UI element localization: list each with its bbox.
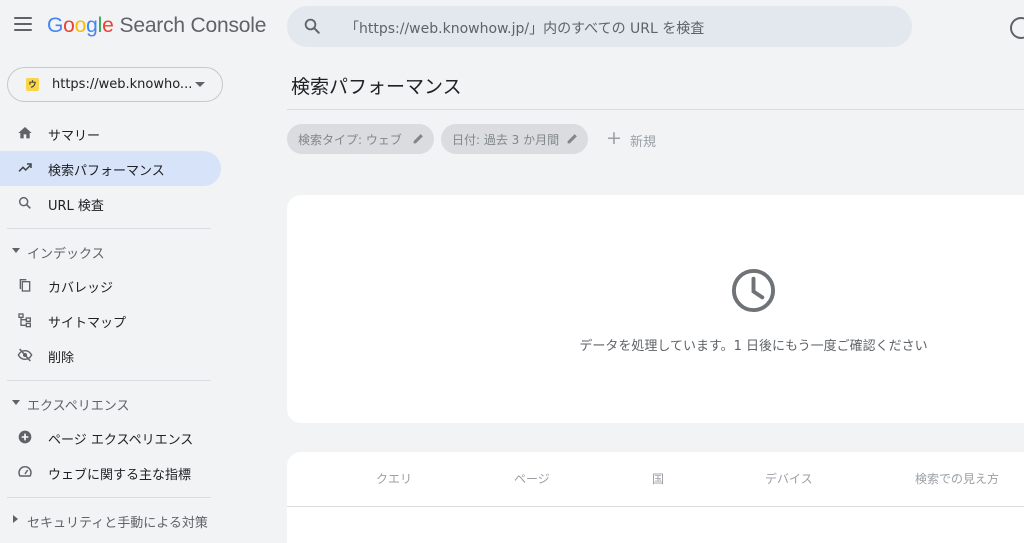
top-app-bar: Google Search Console 「https://web.knowho…: [0, 0, 1024, 56]
home-icon: [18, 127, 32, 139]
divider: [287, 109, 1024, 110]
sidebar-nav: ウ https://web.knowho... サマリー 検索パフォーマンス U…: [0, 56, 232, 543]
property-favicon: ウ: [26, 78, 39, 91]
tab-pages[interactable]: ページ: [514, 470, 550, 487]
divider: [7, 380, 211, 381]
tab-queries[interactable]: クエリ: [376, 470, 412, 487]
results-table-card: クエリ ページ 国 デバイス 検索での見え方: [287, 452, 1024, 543]
sitemap-icon: [18, 313, 31, 328]
product-name: Search Console: [119, 14, 267, 37]
edit-icon: [413, 134, 423, 144]
url-inspection-search-input[interactable]: 「https://web.knowhow.jp/」内のすべての URL を検査: [287, 6, 912, 47]
divider: [287, 506, 1024, 507]
divider: [7, 228, 211, 229]
tab-search-appearance[interactable]: 検索での見え方: [915, 470, 999, 487]
add-filter-button[interactable]: + 新規: [602, 124, 664, 154]
tab-devices[interactable]: デバイス: [765, 470, 813, 487]
property-label: https://web.knowho...: [52, 77, 193, 92]
sidebar-item-search-performance[interactable]: 検索パフォーマンス: [0, 151, 221, 186]
search-icon: [304, 18, 320, 34]
processing-message: データを処理しています。1 日後にもう一度ご確認ください: [579, 339, 928, 354]
filter-chip-date[interactable]: 日付: 過去 3 か月間: [441, 124, 588, 154]
add-circle-icon: [18, 430, 32, 444]
speed-icon: [18, 466, 32, 477]
plus-icon: +: [606, 127, 622, 149]
sidebar-item-sitemaps[interactable]: サイトマップ: [0, 303, 221, 338]
sidebar-item-coverage[interactable]: カバレッジ: [0, 268, 221, 303]
sidebar-item-core-web-vitals[interactable]: ウェブに関する主な指標: [0, 455, 221, 490]
caret-down-icon: [12, 248, 20, 253]
performance-chart-card: データを処理しています。1 日後にもう一度ご確認ください: [287, 195, 1024, 423]
edit-icon: [567, 134, 577, 144]
caret-down-icon: [12, 400, 20, 405]
search-icon: [18, 196, 31, 209]
search-placeholder: 「https://web.knowhow.jp/」内のすべての URL を検査: [345, 21, 705, 37]
section-index[interactable]: インデックス: [0, 236, 221, 266]
app-logo[interactable]: Google Search Console: [47, 14, 266, 38]
divider: [7, 497, 211, 498]
property-selector[interactable]: ウ https://web.knowho...: [7, 67, 223, 102]
copy-icon: [19, 279, 31, 292]
section-security-manual-actions[interactable]: セキュリティと手動による対策: [0, 505, 221, 535]
page-title: 検索パフォーマンス: [291, 76, 462, 98]
clock-icon: [731, 268, 776, 313]
sidebar-item-url-inspection[interactable]: URL 検査: [0, 186, 221, 221]
hamburger-menu-icon[interactable]: [14, 17, 32, 33]
sidebar-item-removals[interactable]: 削除: [0, 338, 221, 373]
sidebar-item-page-experience[interactable]: ページ エクスペリエンス: [0, 420, 221, 455]
help-icon[interactable]: [1010, 17, 1024, 39]
section-experience[interactable]: エクスペリエンス: [0, 388, 221, 418]
visibility-off-icon: [17, 348, 33, 362]
filter-chip-search-type[interactable]: 検索タイプ: ウェブ: [287, 124, 434, 154]
tab-countries[interactable]: 国: [652, 470, 664, 487]
sidebar-item-summary[interactable]: サマリー: [0, 116, 221, 151]
trending-up-icon: [18, 163, 32, 172]
caret-right-icon: [13, 515, 18, 523]
chevron-down-icon: [195, 82, 205, 87]
